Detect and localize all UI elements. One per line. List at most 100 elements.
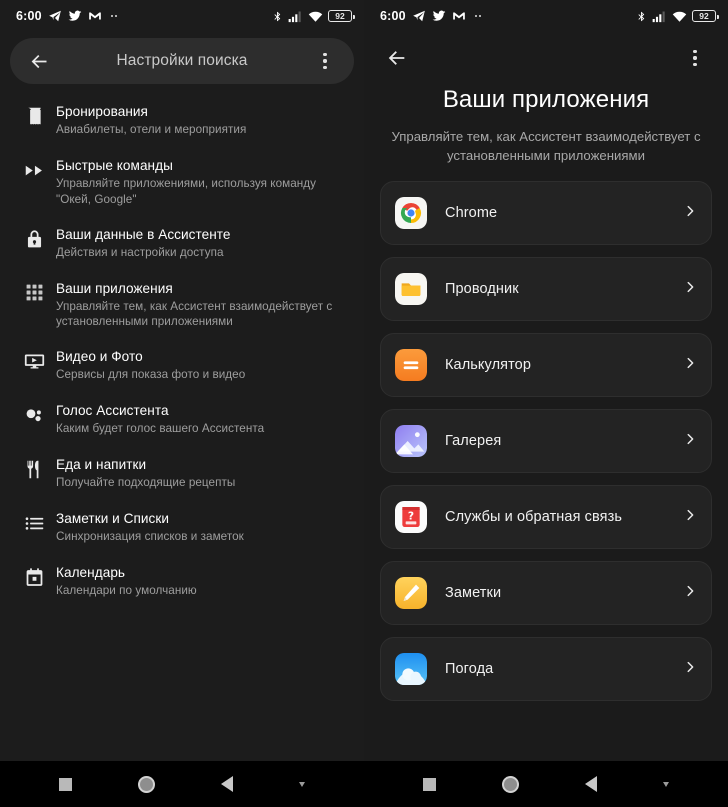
telegram-icon [412,10,425,22]
food-drink-icon [14,456,54,480]
telegram-icon [48,10,61,22]
chevron-right-icon [683,356,697,375]
settings-item-title: Ваши приложения [56,280,173,296]
your-apps-header: Ваши приложения Управляйте тем, как Асси… [364,72,728,165]
page-subtitle: Управляйте тем, как Ассистент взаимодейс… [391,129,701,163]
search-settings-list: Бронирования Авиабилеты, отели и меропри… [0,88,364,761]
status-bar-right: 92 [636,9,719,24]
home-button[interactable] [502,775,519,793]
settings-item-food-drinks[interactable]: Еда и напитки Получайте подходящие рецеп… [0,447,364,501]
recent-apps-button[interactable] [423,777,436,791]
settings-item-title: Ваши данные в Ассистенте [56,226,231,242]
settings-item-subtitle: Каким будет голос вашего Ассистента [56,422,265,436]
bluetooth-icon [638,11,645,21]
app-name: Калькулятор [445,357,531,374]
notes-app-icon [395,577,427,610]
settings-item-subtitle: Сервисы для показа фото и видео [56,368,246,382]
settings-item-title: Быстрые команды [56,158,173,173]
settings-item-title: Заметки и Списки [56,511,170,527]
lock-icon [14,226,54,250]
settings-item-subtitle: Синхронизация списков и заметок [56,530,244,544]
settings-item-your-data[interactable]: Ваши данные в Ассистенте Действия и наст… [0,217,364,271]
settings-item-your-apps[interactable]: Ваши приложения Управляйте тем, как Асси… [0,271,364,340]
fast-forward-icon [14,157,54,181]
apps-list: Chrome Проводник Калькулятор Галерея ? С… [364,181,728,761]
system-navigation-bar [0,761,364,807]
settings-item-title: Видео и Фото [56,349,143,365]
bluetooth-icon [274,11,281,21]
hide-keyboard-icon[interactable] [663,781,669,787]
app-card-gallery[interactable]: Галерея [380,409,712,474]
settings-item-subtitle: Управляйте приложениями, используя коман… [56,177,317,206]
app-card-weather[interactable]: Погода [380,637,712,702]
settings-item-subtitle: Календари по умолчанию [56,584,197,598]
status-time: 6:00 [380,9,406,23]
calendar-icon [14,564,54,588]
status-bar-left: 6:00 [16,9,120,23]
app-card-file-manager[interactable]: Проводник [380,257,712,322]
app-card-services-feedback[interactable]: ? Службы и обратная связь [380,485,712,550]
settings-item-calendar[interactable]: Календарь Календари по умолчанию [0,555,364,609]
chevron-right-icon [683,432,697,451]
back-arrow-icon[interactable] [382,43,412,73]
recent-apps-button[interactable] [59,777,72,791]
list-icon [14,510,54,534]
settings-item-subtitle: Действия и настройки доступа [56,245,224,259]
overflow-menu-icon[interactable] [680,43,710,73]
status-bar-right: 92 [272,9,355,24]
home-button[interactable] [138,775,155,793]
app-name: Заметки [445,585,502,602]
svg-text:?: ? [408,510,414,523]
twitter-icon [68,10,82,21]
gmail-icon [88,12,101,20]
battery-level: 92 [335,10,345,21]
system-navigation-bar [364,761,728,807]
status-bar: 6:00 92 [0,0,364,32]
wifi-icon [308,11,323,22]
battery-icon: 92 [328,10,355,22]
cellular-signal-icon [652,11,665,22]
services-feedback-app-icon: ? [395,501,427,534]
status-time: 6:00 [16,9,42,23]
chrome-app-icon [395,197,427,230]
settings-item-video-photo[interactable]: Видео и Фото Сервисы для показа фото и в… [0,339,364,393]
app-name: Chrome [445,205,498,222]
overflow-menu-icon[interactable] [310,46,340,76]
your-apps-toolbar [364,32,728,72]
gallery-app-icon [395,425,427,458]
settings-item-notes-lists[interactable]: Заметки и Списки Синхронизация списков и… [0,501,364,555]
more-notifications-icon [474,15,481,17]
app-name: Погода [445,661,494,678]
left-phone-screen: 6:00 92 Настройки поиска Бронирования Ав… [0,0,364,807]
battery-icon: 92 [692,10,719,22]
settings-item-assistant-voice[interactable]: Голос Ассистента Каким будет голос вашег… [0,393,364,447]
settings-item-title: Календарь [56,565,126,581]
appbar-title: Настройки поиска [116,52,248,69]
calculator-app-icon [395,349,427,382]
receipt-icon [14,103,54,127]
settings-item-title: Бронирования [56,104,148,119]
settings-item-bookings[interactable]: Бронирования Авиабилеты, отели и меропри… [0,94,364,148]
status-bar: 6:00 92 [364,0,728,32]
chevron-right-icon [683,508,697,527]
app-card-notes[interactable]: Заметки [380,561,712,626]
settings-item-title: Еда и напитки [56,457,147,473]
settings-item-subtitle: Авиабилеты, отели и мероприятия [56,123,247,137]
file-manager-app-icon [395,273,427,306]
dual-screenshot: 6:00 92 Настройки поиска Бронирования Ав… [0,0,728,807]
search-settings-appbar-wrap: Настройки поиска [0,32,364,88]
hide-keyboard-icon[interactable] [299,781,305,787]
app-card-chrome[interactable]: Chrome [380,181,712,246]
chevron-right-icon [683,280,697,299]
cellular-signal-icon [288,11,301,22]
app-name: Галерея [445,433,502,450]
back-arrow-icon[interactable] [24,46,54,76]
settings-item-title: Голос Ассистента [56,403,169,419]
back-button[interactable] [585,776,597,792]
back-button[interactable] [221,776,233,792]
settings-item-shortcuts[interactable]: Быстрые команды Управляйте приложениями,… [0,148,364,217]
app-card-calculator[interactable]: Калькулятор [380,333,712,398]
assistant-voice-icon [14,402,54,426]
chevron-right-icon [683,204,697,223]
right-phone-screen: 6:00 92 Ваши приложения Управляйте тем, … [364,0,728,807]
